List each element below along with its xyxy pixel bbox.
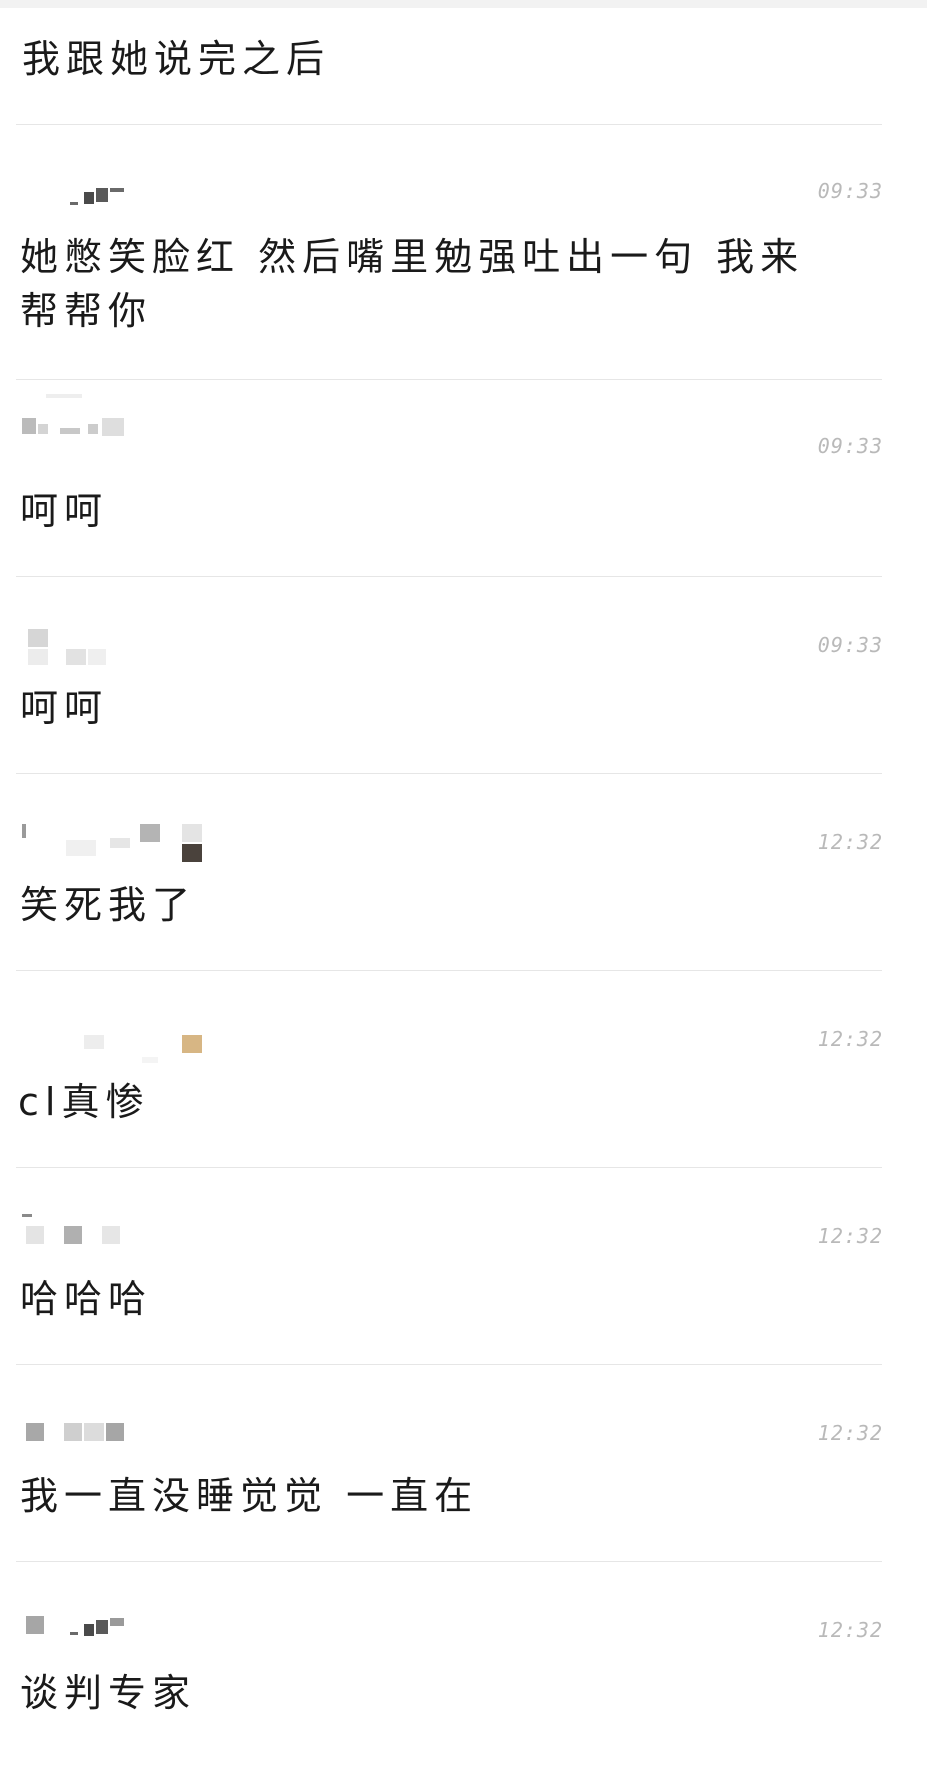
message-time: 12:32	[817, 1027, 883, 1051]
list-item[interactable]: 09:33 呵呵	[0, 380, 927, 576]
username-pixelated	[22, 1423, 222, 1463]
list-item[interactable]: 12:32 哈哈哈	[0, 1168, 927, 1364]
username-pixelated	[22, 1616, 222, 1656]
list-item[interactable]: 12:32 笑死我了	[0, 774, 927, 970]
message-time: 12:32	[817, 1421, 883, 1445]
username-pixelated	[22, 180, 222, 220]
message-text: 谈判专家	[20, 1671, 197, 1715]
message-time: 09:33	[817, 179, 883, 203]
message-time: 12:32	[817, 1618, 883, 1642]
list-item[interactable]: 12:32 cl真惨	[0, 971, 927, 1167]
message-text: 她憋笑脸红 然后嘴里勉强吐出一句 我来帮帮你	[20, 235, 805, 333]
message-text: 我一直没睡觉觉 一直在	[20, 1474, 479, 1518]
message-text: cl真惨	[18, 1080, 150, 1124]
list-item[interactable]: 12:32 我一直没睡觉觉 一直在	[0, 1365, 927, 1561]
message-text: 呵呵	[20, 489, 109, 533]
message-text: 笑死我了	[20, 883, 197, 927]
username-pixelated	[22, 394, 222, 458]
message-text: 呵呵	[20, 686, 109, 730]
list-item[interactable]: 09:33 她憋笑脸红 然后嘴里勉强吐出一句 我来帮帮你	[0, 125, 927, 379]
top-edge	[0, 0, 927, 8]
message-text: 哈哈哈	[20, 1277, 153, 1321]
message-time: 12:32	[817, 830, 883, 854]
username-pixelated	[22, 629, 222, 669]
username-pixelated	[22, 1214, 222, 1254]
message-time: 09:33	[817, 434, 883, 458]
username-pixelated	[22, 1035, 222, 1075]
previous-message-text: 我跟她说完之后	[22, 37, 331, 81]
message-time: 09:33	[817, 633, 883, 657]
list-item[interactable]: 09:33 呵呵	[0, 577, 927, 773]
username-pixelated	[22, 824, 222, 864]
list-item[interactable]: 12:32 谈判专家	[0, 1562, 927, 1787]
message-time: 12:32	[817, 1224, 883, 1248]
